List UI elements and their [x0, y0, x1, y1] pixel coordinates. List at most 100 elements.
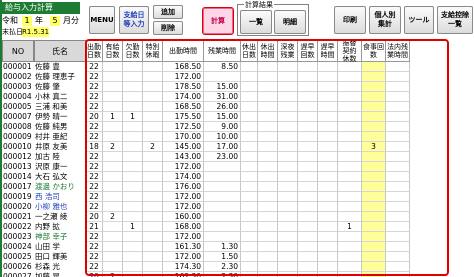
employee-row[interactable]: 000001 佐藤 豊 — [0, 62, 86, 72]
grid-cell[interactable] — [258, 92, 278, 102]
employee-row[interactable]: 000002 佐藤 理恵子 — [0, 72, 86, 82]
grid-cell[interactable] — [123, 152, 143, 162]
grid-cell[interactable] — [278, 152, 298, 162]
grid-cell[interactable] — [103, 262, 123, 272]
grid-cell[interactable]: 9.00 — [204, 122, 241, 132]
grid-cell[interactable] — [103, 132, 123, 142]
grid-cell[interactable] — [143, 72, 163, 82]
grid-cell[interactable] — [103, 162, 123, 172]
grid-cell[interactable] — [258, 192, 278, 202]
grid-cell[interactable]: 22 — [86, 192, 103, 202]
grid-cell[interactable] — [278, 82, 298, 92]
grid-cell[interactable]: 31.00 — [204, 92, 241, 102]
grid-cell[interactable] — [338, 82, 362, 92]
grid-cell[interactable] — [362, 192, 386, 202]
grid-cell[interactable] — [143, 202, 163, 212]
grid-cell[interactable] — [123, 82, 143, 92]
employee-row[interactable]: 000020 小柳 雅也 — [0, 202, 86, 212]
grid-cell[interactable] — [241, 102, 258, 112]
grid-cell[interactable] — [143, 272, 163, 277]
grid-cell[interactable] — [386, 242, 410, 252]
grid-cell[interactable]: 22 — [86, 82, 103, 92]
employee-row[interactable]: 000003 佐藤 肇 — [0, 82, 86, 92]
grid-cell[interactable] — [338, 212, 362, 222]
grid-cell[interactable] — [338, 132, 362, 142]
grid-cell[interactable] — [338, 172, 362, 182]
grid-cell[interactable] — [204, 162, 241, 172]
grid-cell[interactable] — [143, 182, 163, 192]
grid-cell[interactable]: 22 — [86, 182, 103, 192]
grid-cell[interactable]: 1 — [123, 222, 143, 232]
detail-button[interactable]: 明細 — [274, 10, 306, 34]
grid-cell[interactable]: 22 — [86, 152, 103, 162]
grid-cell[interactable] — [241, 122, 258, 132]
grid-cell[interactable] — [278, 182, 298, 192]
grid-cell[interactable] — [338, 162, 362, 172]
grid-cell[interactable] — [278, 242, 298, 252]
grid-cell[interactable]: 22 — [86, 62, 103, 72]
grid-cell[interactable] — [386, 202, 410, 212]
employee-row[interactable]: 000005 三浦 和美 — [0, 102, 86, 112]
grid-cell[interactable] — [258, 242, 278, 252]
grid-cell[interactable] — [103, 62, 123, 72]
grid-cell[interactable] — [298, 182, 318, 192]
grid-cell[interactable] — [241, 182, 258, 192]
grid-cell[interactable] — [278, 142, 298, 152]
grid-cell[interactable]: 176.00 — [163, 182, 204, 192]
grid-cell[interactable]: 26.00 — [204, 102, 241, 112]
grid-cell[interactable]: 22 — [86, 132, 103, 142]
grid-cell[interactable]: 22 — [86, 262, 103, 272]
grid-cell[interactable] — [278, 252, 298, 262]
grid-cell[interactable] — [204, 172, 241, 182]
grid-cell[interactable] — [362, 242, 386, 252]
grid-cell[interactable] — [362, 262, 386, 272]
employee-row[interactable]: 000023 神部 幸子 — [0, 232, 86, 242]
grid-cell[interactable] — [258, 152, 278, 162]
grid-cell[interactable]: 22 — [86, 162, 103, 172]
grid-cell[interactable] — [362, 62, 386, 72]
grid-cell[interactable] — [338, 192, 362, 202]
employee-row[interactable]: 000026 杉森 光 — [0, 262, 86, 272]
grid-cell[interactable] — [278, 72, 298, 82]
grid-cell[interactable] — [298, 92, 318, 102]
employee-row[interactable]: 000019 西 浩司 — [0, 192, 86, 202]
grid-cell[interactable] — [298, 102, 318, 112]
grid-cell[interactable] — [362, 152, 386, 162]
grid-cell[interactable] — [123, 232, 143, 242]
grid-cell[interactable] — [318, 132, 338, 142]
grid-cell[interactable] — [241, 172, 258, 182]
grid-cell[interactable]: 2 — [103, 142, 123, 152]
grid-cell[interactable] — [123, 142, 143, 152]
grid-cell[interactable] — [241, 112, 258, 122]
grid-cell[interactable] — [362, 82, 386, 92]
grid-cell[interactable] — [103, 122, 123, 132]
grid-cell[interactable] — [241, 142, 258, 152]
grid-cell[interactable]: 10.00 — [204, 132, 241, 142]
grid-cell[interactable] — [204, 192, 241, 202]
grid-cell[interactable] — [241, 82, 258, 92]
grid-cell[interactable] — [298, 262, 318, 272]
grid-cell[interactable] — [386, 82, 410, 92]
grid-cell[interactable]: 1.50 — [204, 252, 241, 262]
grid-cell[interactable] — [258, 232, 278, 242]
grid-cell[interactable] — [362, 182, 386, 192]
grid-cell[interactable] — [123, 252, 143, 262]
grid-cell[interactable] — [143, 232, 163, 242]
grid-cell[interactable] — [258, 182, 278, 192]
employee-row[interactable]: 000008 佐藤 純男 — [0, 122, 86, 132]
grid-cell[interactable] — [386, 192, 410, 202]
grid-cell[interactable] — [123, 172, 143, 182]
grid-cell[interactable] — [143, 132, 163, 142]
grid-cell[interactable]: 168.50 — [163, 62, 204, 72]
print-button[interactable]: 印刷 — [334, 6, 366, 34]
employee-row[interactable]: 000025 田口 輝美 — [0, 252, 86, 262]
grid-cell[interactable] — [318, 142, 338, 152]
grid-cell[interactable] — [143, 122, 163, 132]
grid-cell[interactable] — [258, 272, 278, 277]
grid-cell[interactable] — [318, 122, 338, 132]
grid-cell[interactable] — [204, 212, 241, 222]
grid-cell[interactable] — [204, 222, 241, 232]
grid-cell[interactable] — [362, 92, 386, 102]
grid-cell[interactable] — [338, 202, 362, 212]
grid-cell[interactable] — [143, 252, 163, 262]
